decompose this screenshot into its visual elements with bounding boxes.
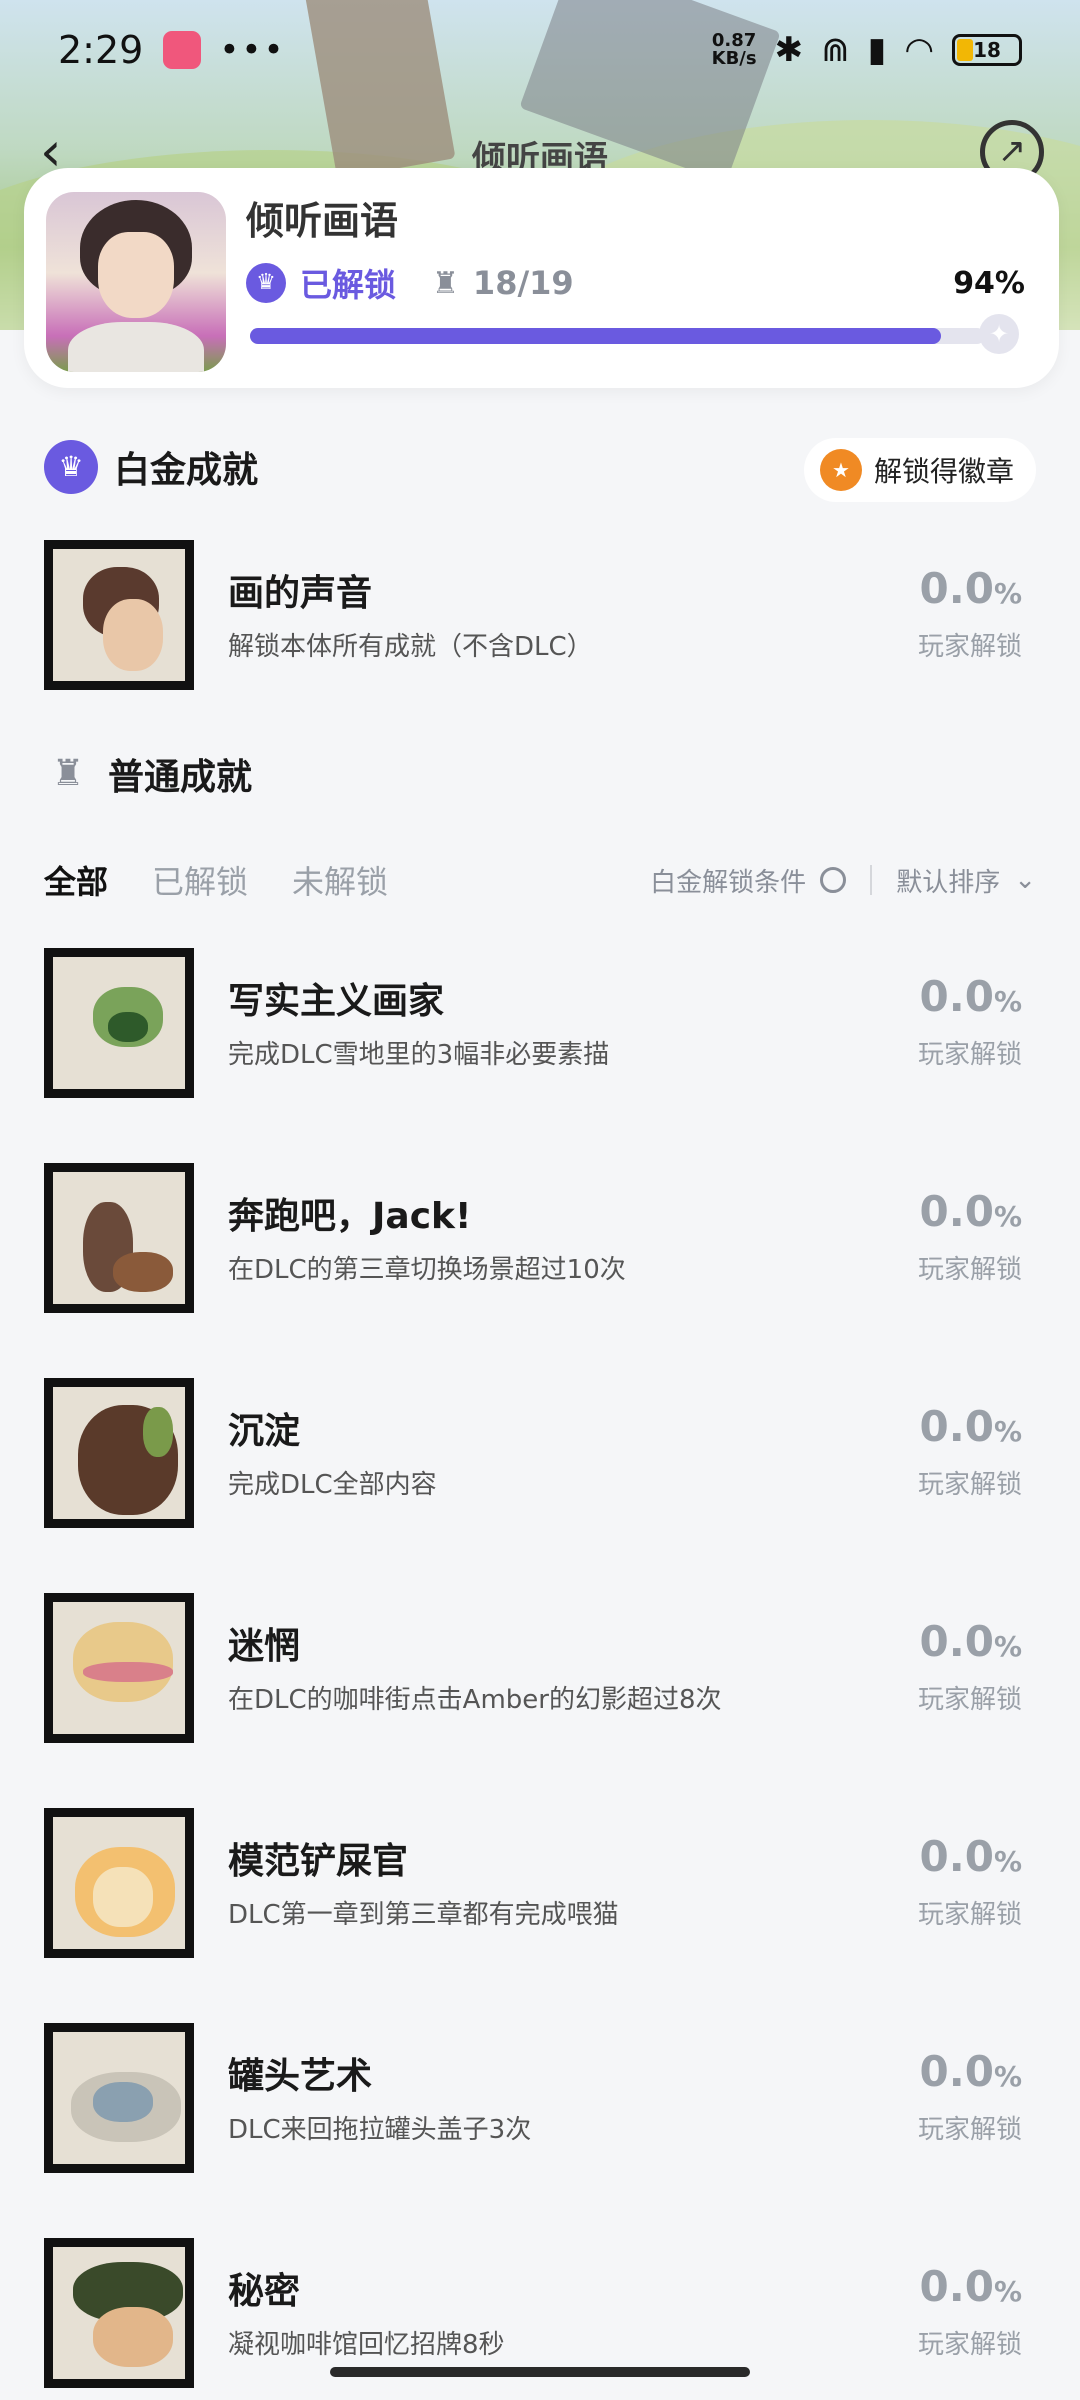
achievement-sub-label: 玩家解锁 [917,1470,1022,1500]
divider [870,865,873,895]
platinum-section-header: ♛ 白金成就 [44,440,258,494]
trophy-count: 18/19 [472,264,574,302]
platinum-condition-label: 白金解锁条件 [650,867,807,898]
achievement-filter-tabs: 全部 已解锁 未解锁 白金解锁条件 默认排序 ⌄ [44,855,1036,905]
platinum-achievement-item[interactable]: 画的声音 解锁本体所有成就（不含DLC） 0.0% 玩家解锁 [44,540,1044,690]
achievement-title: 沉淀 [228,1411,301,1452]
achievement-item[interactable]: 迷惘 在DLC的咖啡街点击Amber的幻影超过8次 0.0% 玩家解锁 [44,1593,1044,1743]
platinum-trophy-icon: ♛ [44,440,98,494]
platinum-condition-toggle[interactable] [820,867,847,893]
achievement-icon [44,2023,194,2173]
achievement-sub-label: 玩家解锁 [917,1040,1022,1070]
achievement-icon [44,948,194,1098]
achievement-title: 罐头艺术 [228,2056,373,2097]
achievement-icon [44,1593,194,1743]
achievement-sub-label: 玩家解锁 [917,2115,1022,2145]
achievement-description: DLC第一章到第三章都有完成喂猫 [228,1900,619,1930]
achievement-percent: 0.0% [919,972,1022,1021]
badge-icon: ★ [819,449,862,491]
achievement-percent: 0.0% [919,564,1022,613]
earbuds-icon: ⋒ [821,30,850,70]
achievement-icon [44,540,194,690]
tab-locked[interactable]: 未解锁 [292,857,388,903]
achievement-item[interactable]: 奔跑吧，Jack! 在DLC的第三章切换场景超过10次 0.0% 玩家解锁 [44,1163,1044,1313]
platinum-lock-icon: ✦ [979,314,1019,354]
chevron-down-icon: ⌄ [1014,865,1036,895]
wifi-icon: ◠ [904,30,934,70]
unlocked-status: 已解锁 [300,266,397,304]
achievement-description: 在DLC的咖啡街点击Amber的幻影超过8次 [228,1685,722,1715]
achievement-percent: 0.0% [919,1402,1022,1451]
achievement-sub-label: 玩家解锁 [917,1900,1022,1930]
game-cover-image[interactable] [46,192,226,372]
achievement-item[interactable]: 沉淀 完成DLC全部内容 0.0% 玩家解锁 [44,1378,1044,1528]
achievement-item[interactable]: 秘密 凝视咖啡馆回忆招牌8秒 0.0% 玩家解锁 [44,2238,1044,2388]
trophy-icon: ♜ [51,753,85,794]
achievement-title: 秘密 [228,2271,301,2312]
completion-progress-bar [250,328,985,344]
achievement-sub-label: 玩家解锁 [917,1255,1022,1285]
achievement-title: 写实主义画家 [228,981,445,1022]
achievement-percent: 0.0% [919,1617,1022,1666]
tab-all[interactable]: 全部 [44,857,108,903]
achievement-title: 画的声音 [228,573,373,614]
achievement-description: 凝视咖啡馆回忆招牌8秒 [228,2330,505,2360]
achievement-percent: 0.0% [919,1832,1022,1881]
achievement-title: 模范铲屎官 [228,1841,409,1882]
section-title: 白金成就 [114,450,259,491]
achievement-description: 在DLC的第三章切换场景超过10次 [228,1255,626,1285]
game-card: 倾听画语 ♛ 已解锁 ♜ 18/19 94% ✦ [24,168,1059,388]
achievement-percent: 0.0% [919,2262,1022,2311]
achievement-title: 迷惘 [228,1626,301,1667]
achievement-percent: 0.0% [919,2047,1022,2096]
sort-dropdown[interactable]: 默认排序 [896,862,1000,899]
achievement-icon [44,2238,194,2388]
signal-icon: ▮ [867,30,887,70]
achievement-percent: 0.0% [919,1187,1022,1236]
progress-fill [250,328,941,344]
achievement-icon [44,1163,194,1313]
badge-button-label: 解锁得徽章 [873,455,1014,488]
home-indicator[interactable] [330,2367,750,2377]
app-notification-icon [163,31,202,69]
achievement-description: DLC来回拖拉罐头盖子3次 [228,2115,532,2145]
achievement-sub-label: 玩家解锁 [917,1685,1022,1715]
status-bar: 2:29 ••• 0.87 KB/s ✱ ⋒ ▮ ◠ 18 [0,0,1080,100]
battery-level: 18 [973,38,1001,62]
trophy-icon: ♜ [432,265,459,301]
bluetooth-icon: ✱ [774,30,804,70]
completion-percent: 94% [953,266,1025,301]
achievement-icon [44,1378,194,1528]
battery-icon: 18 [952,34,1022,66]
network-speed: 0.87 KB/s [711,30,757,69]
game-name: 倾听画语 [246,199,399,243]
tab-unlocked[interactable]: 已解锁 [152,857,248,903]
achievement-sub-label: 玩家解锁 [917,2330,1022,2360]
achievement-sub-label: 玩家解锁 [917,632,1022,662]
unlock-badge-button[interactable]: ★ 解锁得徽章 [803,438,1036,502]
achievement-item[interactable]: 写实主义画家 完成DLC雪地里的3幅非必要素描 0.0% 玩家解锁 [44,948,1044,1098]
achievement-description: 完成DLC雪地里的3幅非必要素描 [228,1040,610,1070]
achievement-item[interactable]: 模范铲屎官 DLC第一章到第三章都有完成喂猫 0.0% 玩家解锁 [44,1808,1044,1958]
status-time: 2:29 [58,28,144,72]
achievement-icon [44,1808,194,1958]
achievement-item[interactable]: 罐头艺术 DLC来回拖拉罐头盖子3次 0.0% 玩家解锁 [44,2023,1044,2173]
section-title: 普通成就 [108,757,253,798]
normal-section-header: ♜ 普通成就 [44,748,252,800]
achievement-title: 奔跑吧，Jack! [228,1196,472,1237]
achievement-description: 解锁本体所有成就（不含DLC） [228,632,593,662]
more-notifications-icon: ••• [219,30,286,70]
achievement-description: 完成DLC全部内容 [228,1470,437,1500]
platinum-trophy-icon: ♛ [246,263,286,303]
